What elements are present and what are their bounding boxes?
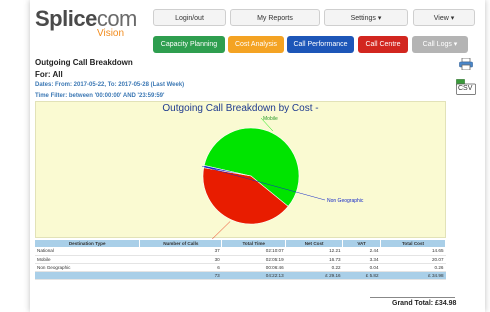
table-row: Non Geographic 6 00:06:46 0.22 0.04 0.26 (35, 263, 446, 272)
report-scope: For: All (35, 70, 63, 79)
cell: 14.65 (380, 247, 446, 256)
csv-export-icon[interactable]: CSV (456, 79, 476, 97)
cell: 30 (139, 255, 222, 264)
grand-total-divider (370, 297, 455, 298)
col-net-cost: Net Cost (285, 240, 344, 247)
table-row: Mobile 30 02:05:19 16.73 3.34 20.07 (35, 255, 446, 264)
pie-chart-panel: Outgoing Call Breakdown by Cost - Mobile… (35, 101, 446, 239)
cell: 37 (139, 247, 222, 256)
print-icon[interactable] (459, 57, 473, 72)
view-menu[interactable]: View ▾ (413, 9, 475, 26)
cell: 02:05:19 (221, 255, 286, 264)
cell: 02:10:07 (221, 247, 286, 256)
tab-capacity-planning[interactable]: Capacity Planning (153, 36, 225, 53)
cell: 2.44 (342, 247, 381, 256)
pie-label-leader (211, 221, 231, 239)
cell: £ 5.82 (342, 271, 381, 280)
cell: 6 (139, 263, 222, 272)
cell: 20.07 (380, 255, 446, 264)
tab-cost-analysis[interactable]: Cost Analysis (228, 36, 284, 53)
table-total-row: 73 04:22:13 £ 29.16 £ 5.82 £ 34.98 (35, 271, 446, 280)
cell: 0.26 (380, 263, 446, 272)
pie-label: Mobile (263, 116, 278, 122)
csv-label: CSV (458, 85, 473, 92)
col-total-time: Total Time (221, 240, 287, 247)
cell: Mobile (35, 255, 140, 264)
cell: £ 34.98 (380, 271, 446, 280)
pie-chart: MobileNationalNon Geographic (201, 116, 364, 239)
cell: 3.34 (342, 255, 381, 264)
logo-subtitle: Vision (97, 28, 125, 39)
cost-table: Destination Type Number of Calls Total T… (35, 240, 446, 280)
pie-label: Non Geographic (327, 198, 364, 204)
report-page: Splicecom Vision Login/out My Reports Se… (30, 0, 485, 312)
report-time-filter: Time Filter: between '00:00:00' AND '23:… (35, 93, 165, 99)
report-dates: Dates: From: 2017-05-22, To: 2017-05-28 … (35, 82, 185, 88)
my-reports-button[interactable]: My Reports (230, 9, 320, 26)
cell: 00:06:46 (221, 263, 286, 272)
report-title: Outgoing Call Breakdown (35, 58, 133, 67)
cell: Non Geographic (35, 263, 140, 272)
grand-total: Grand Total: £34.98 (392, 300, 457, 307)
cell: 16.73 (285, 255, 343, 264)
login-button[interactable]: Login/out (153, 9, 226, 26)
cell: 0.22 (285, 263, 343, 272)
splicecom-logo: Splicecom Vision (35, 6, 145, 46)
tab-call-logs[interactable]: Call Logs ▾ (412, 36, 468, 53)
cell: £ 29.16 (285, 271, 343, 280)
cell: 0.04 (342, 263, 381, 272)
logo-brand-bold: Splice (35, 6, 97, 31)
cell: 12.21 (285, 247, 343, 256)
cell: 04:22:13 (221, 271, 286, 280)
tab-call-performance[interactable]: Call Performance (287, 36, 354, 53)
cell: 73 (139, 271, 222, 280)
cell (35, 271, 140, 280)
col-total-cost: Total Cost (380, 240, 446, 247)
col-vat: VAT (342, 240, 382, 247)
col-destination-type: Destination Type (35, 240, 141, 247)
tab-call-centre[interactable]: Call Centre (358, 36, 408, 53)
table-row: National 37 02:10:07 12.21 2.44 14.65 (35, 247, 446, 256)
settings-menu[interactable]: Settings ▾ (324, 9, 408, 26)
cell: National (35, 247, 140, 256)
col-number-of-calls: Number of Calls (139, 240, 223, 247)
